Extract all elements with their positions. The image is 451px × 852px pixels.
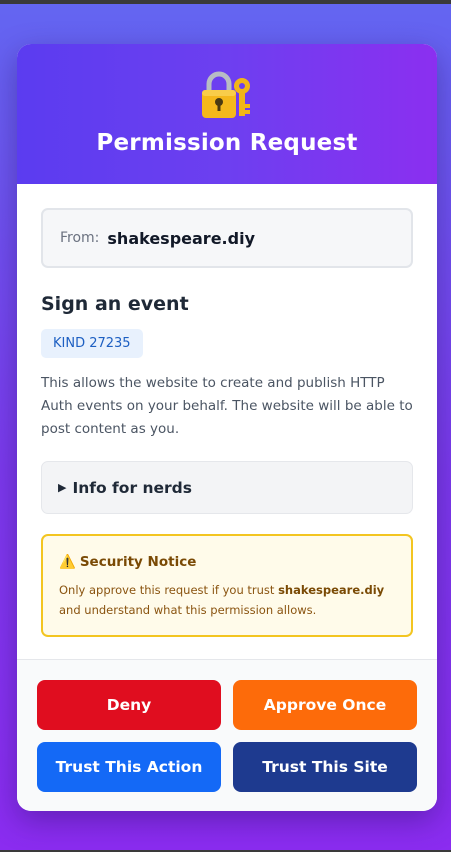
notice-domain: shakespeare.diy — [278, 583, 385, 597]
lock-with-key-icon — [199, 68, 255, 120]
info-for-nerds-toggle[interactable]: ▶ Info for nerds — [41, 461, 413, 514]
security-notice-title: ⚠️ Security Notice — [59, 554, 395, 570]
requester-box: From: shakespeare.diy — [41, 208, 413, 268]
security-notice: ⚠️ Security Notice Only approve this req… — [41, 534, 413, 637]
notice-text-after: and understand what this permission allo… — [59, 603, 317, 617]
security-notice-heading: Security Notice — [79, 554, 197, 570]
request-description: This allows the website to create and pu… — [41, 375, 413, 437]
requester-domain: shakespeare.diy — [107, 228, 255, 248]
approve-once-button[interactable]: Approve Once — [233, 680, 417, 730]
window-top-edge — [0, 0, 451, 4]
info-for-nerds-label: Info for nerds — [72, 478, 193, 497]
notice-text-before: Only approve this request if you trust — [59, 583, 279, 597]
request-heading: Sign an event — [41, 293, 189, 315]
dialog-body: From: shakespeare.diy Sign an event KIND… — [17, 184, 437, 637]
trust-this-site-button[interactable]: Trust This Site — [233, 742, 417, 792]
dialog-title: Permission Request — [96, 130, 358, 156]
dialog-header: Permission Request — [17, 44, 437, 184]
from-label: From: — [60, 230, 100, 246]
kind-badge: KIND 27235 — [41, 329, 143, 358]
dialog-actions: Deny Approve Once Trust This Action Trus… — [17, 659, 437, 811]
deny-button[interactable]: Deny — [37, 680, 221, 730]
trust-this-action-button[interactable]: Trust This Action — [37, 742, 221, 792]
permission-dialog: Permission Request From: shakespeare.diy… — [17, 44, 437, 811]
warning-icon: ⚠️ — [59, 554, 76, 570]
security-notice-text: Only approve this request if you trust s… — [59, 580, 395, 620]
disclosure-triangle-icon: ▶ — [58, 481, 67, 494]
